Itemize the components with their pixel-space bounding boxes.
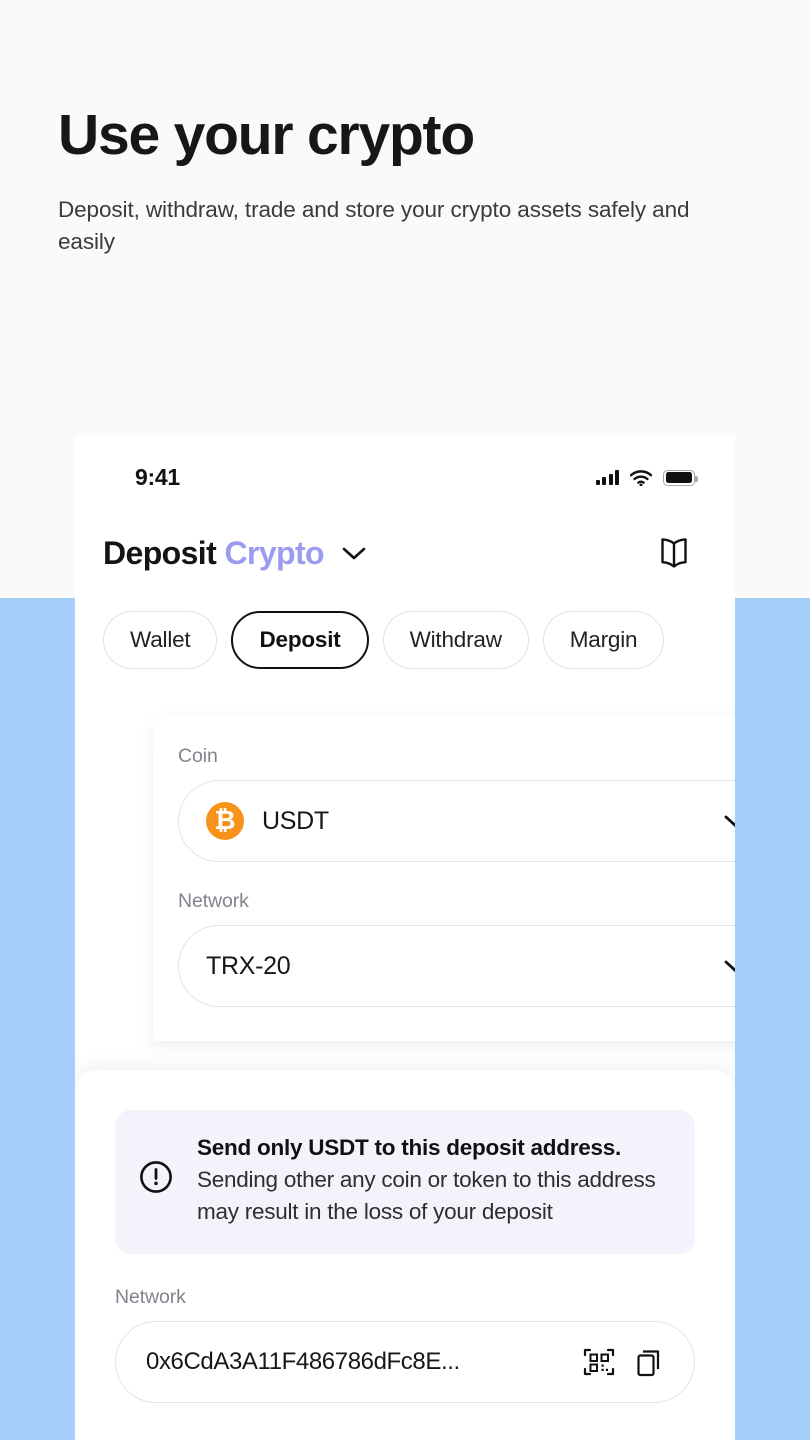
- copy-icon[interactable]: [634, 1345, 666, 1379]
- notice-heading: Send only USDT to this deposit address.: [197, 1135, 622, 1160]
- signal-bars-icon: [595, 470, 619, 485]
- network-select-value: TRX-20: [206, 951, 291, 980]
- chevron-down-icon[interactable]: [723, 958, 735, 975]
- page-title: Use your crypto: [58, 103, 475, 167]
- status-bar: 9:41: [75, 435, 735, 520]
- notice-body: Sending other any coin or token to this …: [197, 1166, 656, 1224]
- exclamation-circle-icon: [140, 1161, 172, 1193]
- page-subtitle: Deposit, withdraw, trade and store your …: [58, 196, 690, 254]
- status-bar-icons: [595, 469, 698, 486]
- address-book-icon[interactable]: [653, 532, 695, 574]
- app-title-main: Deposit: [103, 534, 217, 571]
- page-root: Use your crypto Deposit, withdraw, trade…: [0, 0, 810, 1440]
- network-field-label: Network: [178, 890, 249, 912]
- coin-select-value: USDT: [262, 806, 329, 835]
- chevron-down-icon[interactable]: [341, 545, 367, 561]
- bitcoin-icon: ₿: [206, 802, 244, 840]
- chevron-down-icon[interactable]: [723, 813, 735, 830]
- app-title-accent: Crypto: [224, 534, 324, 571]
- network-select[interactable]: TRX-20: [178, 925, 735, 1007]
- status-bar-clock: 9:41: [135, 464, 180, 490]
- tab-bar: Wallet Deposit Withdraw Margin: [75, 574, 735, 669]
- tab-margin[interactable]: Margin: [542, 611, 665, 669]
- hero-section: Use your crypto Deposit, withdraw, trade…: [58, 103, 758, 258]
- tab-deposit[interactable]: Deposit: [231, 611, 369, 669]
- deposit-address-field[interactable]: 0x6CdA3A11F486786dFc8E...: [115, 1320, 695, 1403]
- copy-address-button[interactable]: [634, 1345, 666, 1379]
- form-card: Coin ₿ USDT Network TRX-20: [153, 715, 735, 1041]
- tab-wallet[interactable]: Wallet: [103, 611, 218, 669]
- coin-field-label: Coin: [178, 745, 218, 767]
- coin-select[interactable]: ₿ USDT: [178, 780, 735, 862]
- qr-scan-icon[interactable]: [582, 1345, 616, 1379]
- wifi-icon: [630, 469, 652, 486]
- qr-scan-button[interactable]: [582, 1345, 616, 1379]
- deposit-details-panel: Send only USDT to this deposit address. …: [75, 1070, 735, 1440]
- app-title: Deposit Crypto: [103, 534, 325, 572]
- deposit-warning-notice: Send only USDT to this deposit address. …: [115, 1110, 695, 1254]
- battery-icon: [663, 469, 698, 486]
- notice-text: Send only USDT to this deposit address. …: [197, 1132, 671, 1228]
- deposit-type-selector[interactable]: Deposit Crypto: [103, 535, 367, 572]
- phone-mockup: 9:41 Deposit Crypto Wallet Deposit Withd…: [75, 435, 735, 1440]
- app-header: Deposit Crypto: [75, 520, 735, 574]
- address-field-label: Network: [115, 1285, 186, 1308]
- deposit-address-value: 0x6CdA3A11F486786dFc8E...: [146, 1347, 460, 1375]
- tab-withdraw[interactable]: Withdraw: [382, 611, 529, 669]
